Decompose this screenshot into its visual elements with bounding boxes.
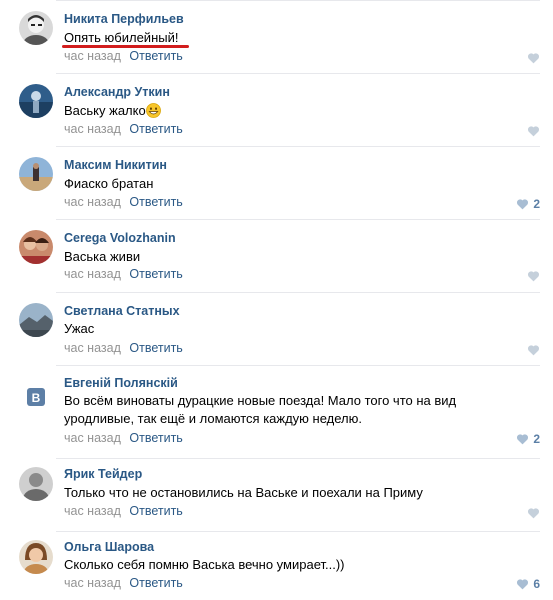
- like-count: 2: [533, 432, 540, 446]
- comment-text: Ужас: [64, 321, 95, 336]
- reply-button[interactable]: Ответить: [129, 122, 182, 136]
- comment-text: Фиаско братан: [64, 176, 154, 191]
- comment-time[interactable]: час назад: [64, 431, 121, 445]
- comment-time[interactable]: час назад: [64, 504, 121, 518]
- heart-icon: [527, 508, 540, 519]
- comment-text: Во всём виноваты дурацкие новые поезда! …: [64, 393, 457, 426]
- comment-author[interactable]: Евгеній Полянскій: [64, 376, 178, 390]
- comment-author[interactable]: Cerega Volozhanin: [64, 231, 176, 245]
- comment-text: Ваську жалко: [64, 102, 504, 120]
- comment-meta: час назад Ответить: [64, 576, 183, 590]
- comment-item: Светлана Статных Ужас час назад Ответить: [0, 293, 553, 366]
- like-count: 6: [533, 577, 540, 591]
- like-button[interactable]: [527, 51, 540, 65]
- like-button[interactable]: [527, 124, 540, 138]
- reply-button[interactable]: Ответить: [129, 49, 182, 63]
- heart-icon: [517, 199, 529, 210]
- reply-button[interactable]: Ответить: [129, 341, 182, 355]
- comment-time[interactable]: час назад: [64, 576, 121, 590]
- comment-author[interactable]: Никита Перфильев: [64, 12, 184, 26]
- like-button[interactable]: 6: [516, 577, 540, 591]
- comment-author[interactable]: Ольга Шарова: [64, 540, 154, 554]
- like-button[interactable]: 2: [516, 432, 540, 446]
- like-button[interactable]: [527, 506, 540, 520]
- grinning-face-emoji-icon: [145, 103, 161, 118]
- reply-button[interactable]: Ответить: [129, 195, 182, 209]
- comment-item: Cerega Volozhanin Васька живи час назад …: [0, 220, 553, 293]
- comment-item: B Евгеній Полянскій Во всём виноваты дур…: [0, 366, 553, 459]
- reply-button[interactable]: Ответить: [129, 576, 182, 590]
- heart-icon: [527, 271, 540, 282]
- red-underline-annotation: [62, 45, 189, 48]
- avatar[interactable]: [19, 303, 53, 337]
- comment-meta: час назад Ответить: [64, 195, 183, 209]
- comment-text: Только что не остановились на Ваське и п…: [64, 485, 423, 500]
- comment-text: Васька живи: [64, 249, 141, 264]
- comment-author[interactable]: Светлана Статных: [64, 304, 180, 318]
- vk-logo-avatar[interactable]: B: [19, 380, 53, 414]
- comment-text: Сколько себя помню Васька вечно умирает.…: [64, 557, 345, 572]
- comment-text-content: Ваську жалко: [64, 103, 146, 118]
- svg-text:B: B: [32, 391, 41, 405]
- comment-time[interactable]: час назад: [64, 195, 121, 209]
- heart-icon: [527, 126, 540, 137]
- heart-icon: [517, 434, 529, 445]
- comment-time[interactable]: час назад: [64, 122, 121, 136]
- comment-time[interactable]: час назад: [64, 49, 121, 63]
- comment-meta: час назад Ответить: [64, 49, 183, 63]
- comment-item: Никита Перфильев Опять юбилейный! час на…: [0, 0, 553, 74]
- like-button[interactable]: 2: [516, 197, 540, 211]
- like-button[interactable]: [527, 343, 540, 357]
- avatar[interactable]: [19, 84, 53, 118]
- comment-meta: час назад Ответить: [64, 341, 183, 355]
- comment-meta: час назад Ответить: [64, 504, 183, 518]
- avatar[interactable]: [19, 467, 53, 501]
- comment-item: Максим Никитин Фиаско братан час назад О…: [0, 147, 553, 220]
- reply-button[interactable]: Ответить: [129, 267, 182, 281]
- comment-meta: час назад Ответить: [64, 122, 183, 136]
- avatar[interactable]: [19, 157, 53, 191]
- avatar[interactable]: [19, 230, 53, 264]
- comment-time[interactable]: час назад: [64, 341, 121, 355]
- reply-button[interactable]: Ответить: [129, 504, 182, 518]
- like-count: 2: [533, 197, 540, 211]
- comment-meta: час назад Ответить: [64, 431, 183, 445]
- comment-meta: час назад Ответить: [64, 267, 183, 281]
- heart-icon: [527, 53, 540, 64]
- reply-button[interactable]: Ответить: [129, 431, 182, 445]
- heart-icon: [527, 345, 540, 356]
- like-button[interactable]: [527, 269, 540, 283]
- avatar[interactable]: [19, 540, 53, 574]
- comment-item: Александр Уткин Ваську жалко час назад О…: [0, 74, 553, 147]
- heart-icon: [517, 579, 529, 590]
- comment-time[interactable]: час назад: [64, 267, 121, 281]
- comment-item: Ольга Шарова Сколько себя помню Васька в…: [0, 532, 553, 600]
- comment-item: Ярик Тейдер Только что не остановились н…: [0, 459, 553, 532]
- comment-author[interactable]: Александр Уткин: [64, 85, 170, 99]
- avatar[interactable]: [19, 11, 53, 45]
- comment-author[interactable]: Ярик Тейдер: [64, 467, 142, 481]
- comment-author[interactable]: Максим Никитин: [64, 158, 167, 172]
